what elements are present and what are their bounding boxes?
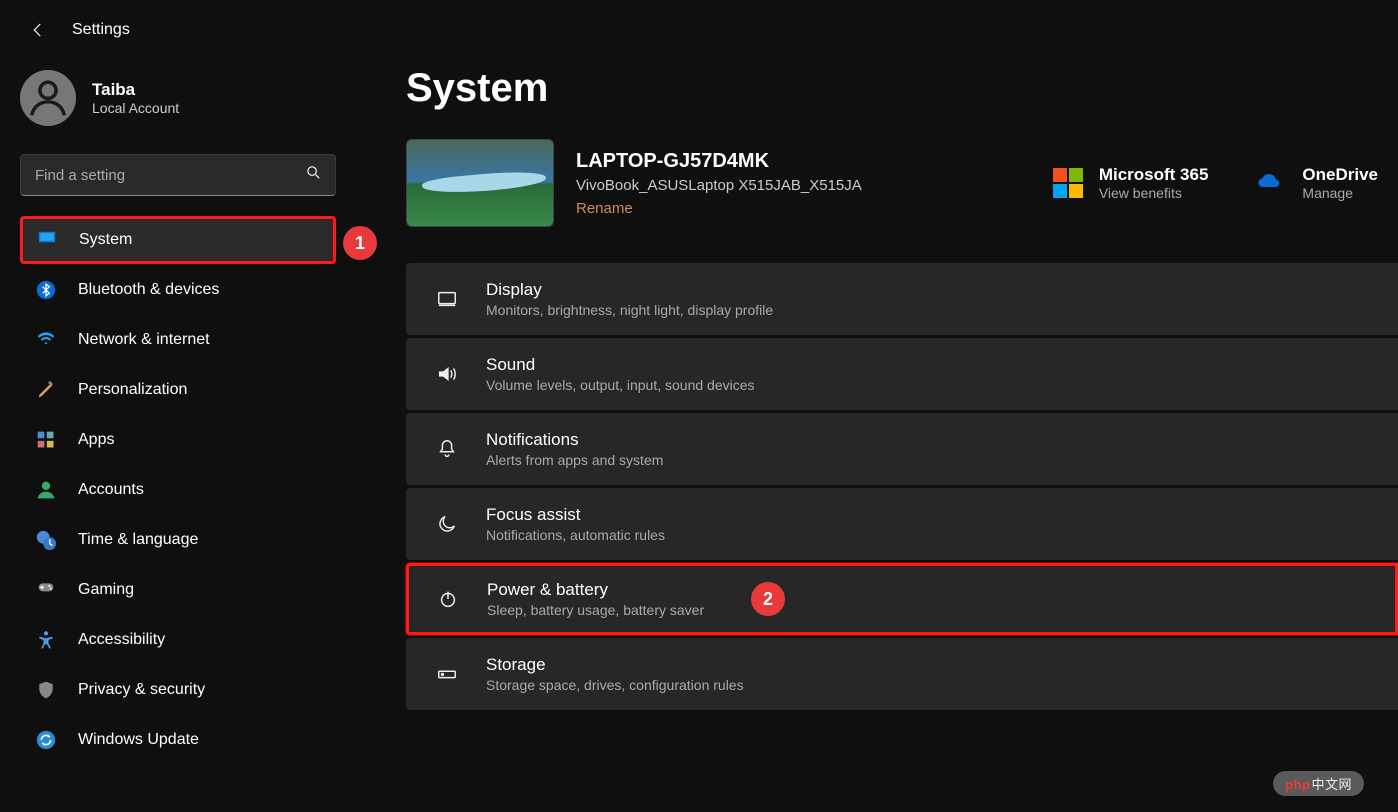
account-type: Local Account bbox=[92, 100, 179, 116]
onedrive-title: OneDrive bbox=[1302, 165, 1378, 185]
sidebar: Taiba Local Account System 1 Bluetooth &… bbox=[0, 60, 356, 764]
bell-icon bbox=[434, 436, 460, 462]
sidebar-item-time-language[interactable]: Time & language bbox=[20, 516, 336, 564]
search-input[interactable] bbox=[20, 154, 336, 196]
shield-icon bbox=[34, 678, 58, 702]
sound-icon bbox=[434, 361, 460, 387]
setting-title: Focus assist bbox=[486, 505, 665, 525]
apps-icon bbox=[34, 428, 58, 452]
monitor-icon bbox=[35, 228, 59, 252]
bluetooth-icon bbox=[34, 278, 58, 302]
sidebar-item-gaming[interactable]: Gaming bbox=[20, 566, 336, 614]
sidebar-item-label: Bluetooth & devices bbox=[78, 281, 219, 299]
setting-subtitle: Volume levels, output, input, sound devi… bbox=[486, 377, 755, 393]
onedrive-sub: Manage bbox=[1302, 185, 1378, 201]
setting-title: Sound bbox=[486, 355, 755, 375]
account-name: Taiba bbox=[92, 80, 179, 100]
sidebar-item-bluetooth-devices[interactable]: Bluetooth & devices bbox=[20, 266, 336, 314]
setting-title: Storage bbox=[486, 655, 744, 675]
setting-notifications[interactable]: Notifications Alerts from apps and syste… bbox=[406, 413, 1398, 485]
clock-globe-icon bbox=[34, 528, 58, 552]
callout-badge-2: 2 bbox=[751, 582, 785, 616]
watermark: php中文网 bbox=[1273, 771, 1364, 796]
setting-subtitle: Sleep, battery usage, battery saver bbox=[487, 602, 704, 618]
ms365-title: Microsoft 365 bbox=[1099, 165, 1209, 185]
setting-sound[interactable]: Sound Volume levels, output, input, soun… bbox=[406, 338, 1398, 410]
setting-title: Display bbox=[486, 280, 773, 300]
content: System LAPTOP-GJ57D4MK VivoBook_ASUSLapt… bbox=[356, 60, 1398, 764]
setting-subtitle: Storage space, drives, configuration rul… bbox=[486, 677, 744, 693]
setting-focus-assist[interactable]: Focus assist Notifications, automatic ru… bbox=[406, 488, 1398, 560]
avatar bbox=[20, 70, 76, 126]
sidebar-item-label: Windows Update bbox=[78, 731, 199, 749]
sidebar-item-accounts[interactable]: Accounts bbox=[20, 466, 336, 514]
sidebar-item-label: Accounts bbox=[78, 481, 144, 499]
setting-title: Notifications bbox=[486, 430, 663, 450]
sidebar-item-network-internet[interactable]: Network & internet bbox=[20, 316, 336, 364]
update-icon bbox=[34, 728, 58, 752]
setting-storage[interactable]: Storage Storage space, drives, configura… bbox=[406, 638, 1398, 710]
sidebar-item-label: Gaming bbox=[78, 581, 134, 599]
setting-subtitle: Monitors, brightness, night light, displ… bbox=[486, 302, 773, 318]
brush-icon bbox=[34, 378, 58, 402]
device-model: VivoBook_ASUSLaptop X515JAB_X515JA bbox=[576, 177, 862, 194]
setting-power-battery[interactable]: Power & battery Sleep, battery usage, ba… bbox=[406, 563, 1398, 635]
nav-list: System 1 Bluetooth & devices Network & i… bbox=[20, 216, 336, 764]
sidebar-item-apps[interactable]: Apps bbox=[20, 416, 336, 464]
sidebar-item-personalization[interactable]: Personalization bbox=[20, 366, 336, 414]
microsoft-365-icon bbox=[1053, 168, 1083, 198]
sidebar-item-accessibility[interactable]: Accessibility bbox=[20, 616, 336, 664]
sidebar-item-label: Privacy & security bbox=[78, 681, 205, 699]
device-name: LAPTOP-GJ57D4MK bbox=[576, 150, 862, 173]
setting-subtitle: Notifications, automatic rules bbox=[486, 527, 665, 543]
power-icon bbox=[435, 586, 461, 612]
onedrive-promo[interactable]: OneDrive Manage bbox=[1252, 165, 1378, 201]
onedrive-icon bbox=[1252, 169, 1286, 198]
rename-link[interactable]: Rename bbox=[576, 200, 862, 217]
setting-subtitle: Alerts from apps and system bbox=[486, 452, 663, 468]
ms365-sub: View benefits bbox=[1099, 185, 1209, 201]
search-icon bbox=[305, 164, 322, 186]
setting-title: Power & battery bbox=[487, 580, 704, 600]
app-title: Settings bbox=[72, 21, 130, 39]
display-icon bbox=[434, 286, 460, 312]
gamepad-icon bbox=[34, 578, 58, 602]
person-icon bbox=[34, 478, 58, 502]
accessibility-icon bbox=[34, 628, 58, 652]
moon-icon bbox=[434, 511, 460, 537]
sidebar-item-system[interactable]: System 1 bbox=[20, 216, 336, 264]
page-title: System bbox=[406, 66, 1398, 111]
sidebar-item-label: Time & language bbox=[78, 531, 198, 549]
account-row[interactable]: Taiba Local Account bbox=[20, 60, 336, 146]
sidebar-item-label: Accessibility bbox=[78, 631, 165, 649]
settings-list: Display Monitors, brightness, night ligh… bbox=[406, 263, 1398, 710]
setting-display[interactable]: Display Monitors, brightness, night ligh… bbox=[406, 263, 1398, 335]
sidebar-item-label: Personalization bbox=[78, 381, 187, 399]
sidebar-item-windows-update[interactable]: Windows Update bbox=[20, 716, 336, 764]
storage-icon bbox=[434, 661, 460, 687]
back-button[interactable] bbox=[28, 20, 48, 40]
wifi-icon bbox=[34, 328, 58, 352]
callout-badge-1: 1 bbox=[343, 226, 377, 260]
sidebar-item-privacy-security[interactable]: Privacy & security bbox=[20, 666, 336, 714]
sidebar-item-label: Apps bbox=[78, 431, 114, 449]
desktop-thumbnail[interactable] bbox=[406, 139, 554, 227]
sidebar-item-label: Network & internet bbox=[78, 331, 210, 349]
sidebar-item-label: System bbox=[79, 231, 132, 249]
microsoft-365-promo[interactable]: Microsoft 365 View benefits bbox=[1053, 165, 1209, 201]
